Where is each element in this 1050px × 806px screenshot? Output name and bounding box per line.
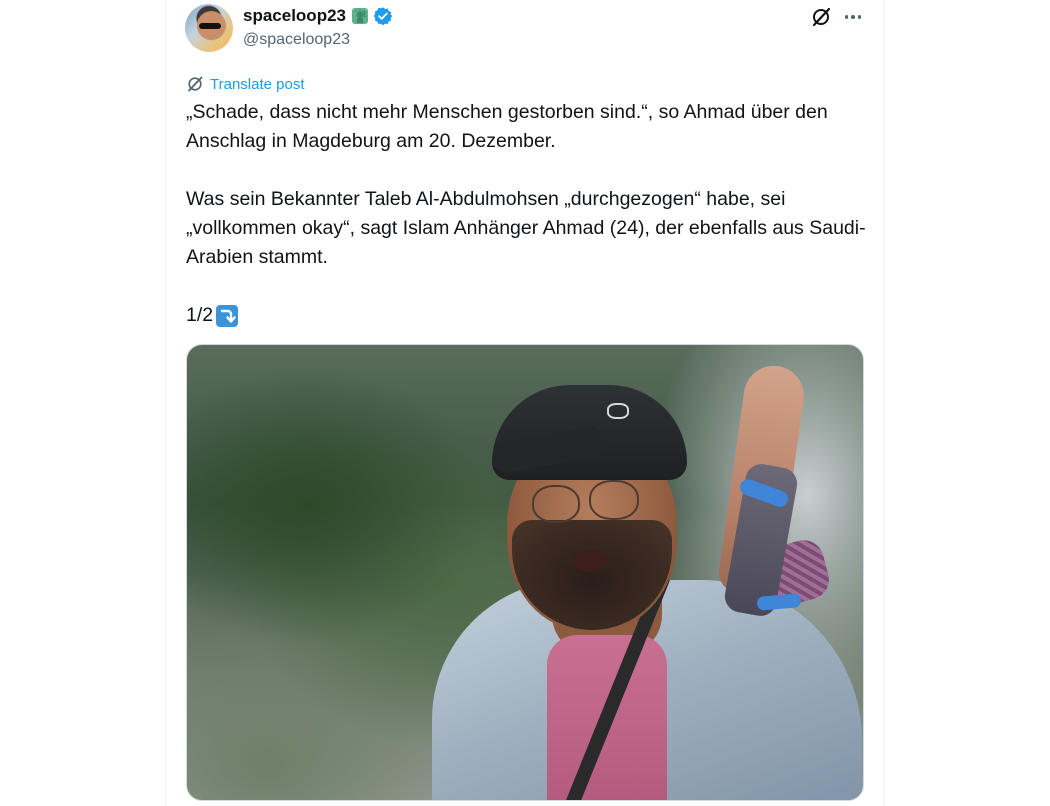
translate-post-link[interactable]: Translate post xyxy=(210,76,305,93)
author-name-row[interactable]: spaceloop23 xyxy=(243,4,393,28)
avatar[interactable] xyxy=(185,4,233,52)
grok-translate-icon xyxy=(186,75,204,93)
post-video-thumbnail[interactable] xyxy=(186,344,864,801)
translate-post[interactable]: Translate post xyxy=(186,73,305,95)
post-paragraph-2: Was sein Bekannter Taleb Al-Abdulmohsen … xyxy=(186,188,866,268)
timeline-border-left xyxy=(165,0,166,806)
post-text: „Schade, dass nicht mehr Menschen gestor… xyxy=(186,98,866,330)
display-name[interactable]: spaceloop23 xyxy=(243,6,346,26)
thread-counter-text: 1/2 xyxy=(186,304,214,326)
statue-of-liberty-icon xyxy=(350,6,370,26)
grok-icon[interactable] xyxy=(810,6,832,28)
more-icon[interactable] xyxy=(842,6,864,28)
verified-badge-icon[interactable] xyxy=(373,6,393,26)
right-arrow-curving-down-icon xyxy=(216,304,239,327)
thread-counter: 1/2 xyxy=(186,301,866,330)
timeline-border-right xyxy=(884,0,885,806)
author-handle[interactable]: @spaceloop23 xyxy=(243,31,350,49)
post-paragraph-1: „Schade, dass nicht mehr Menschen gestor… xyxy=(186,101,828,152)
